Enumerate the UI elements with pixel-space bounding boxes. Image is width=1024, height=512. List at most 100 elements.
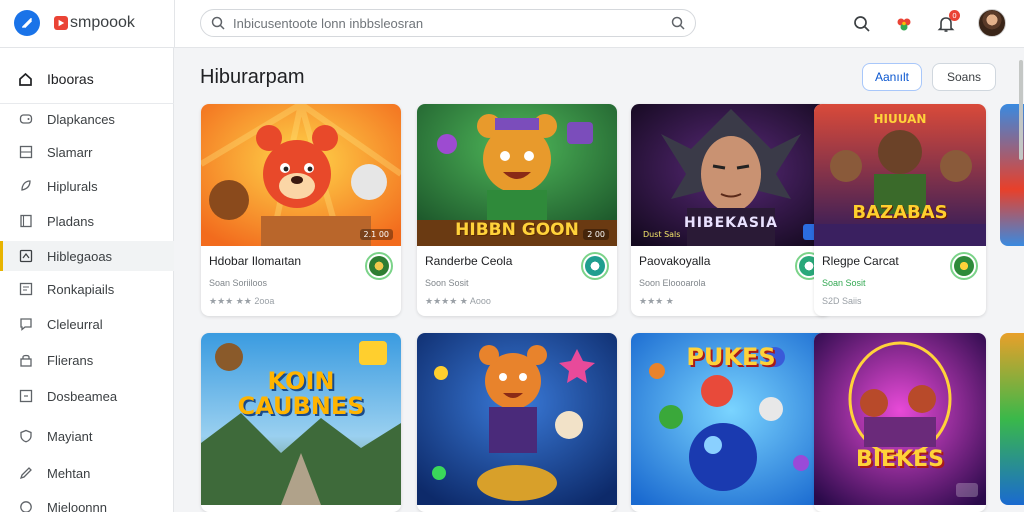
globe-icon xyxy=(18,500,33,512)
sidebar-item-label: Pladans xyxy=(47,213,94,229)
game-art: HIBBN GOON 2 00 xyxy=(417,104,617,246)
pen-icon xyxy=(18,466,33,481)
sidebar-item-1[interactable]: Dlapkances xyxy=(0,104,174,134)
sidebar-item-label: Ibooras xyxy=(47,71,94,87)
art-tag: Dust Sals xyxy=(643,230,681,239)
sidebar-item-3[interactable]: Hiplurals xyxy=(0,171,174,201)
app-logo-icon xyxy=(14,10,40,36)
game-developer: Soan Sosit xyxy=(822,278,866,288)
game-rating: ★★★★ ★ Aooo xyxy=(425,296,491,306)
search-icon xyxy=(211,16,225,30)
brand[interactable]: smpoook xyxy=(14,10,135,36)
sidebar-item-label: Flierans xyxy=(47,352,94,368)
game-rating: ★★★ ★ xyxy=(639,296,674,306)
sidebar-item-12[interactable]: Mieloonnn xyxy=(0,492,174,512)
game-badge-icon xyxy=(365,252,393,280)
sidebar-item-8[interactable]: Flierans xyxy=(0,345,174,375)
sidebar-item-label: Cleleurral xyxy=(47,316,103,332)
art-subtitle: HIUUAN xyxy=(873,112,927,126)
sidebar-item-7[interactable]: Cleleurral xyxy=(0,309,174,339)
shield-icon xyxy=(18,429,33,444)
gift-icon-button[interactable] xyxy=(892,12,916,36)
secondary-action-button[interactable]: Soans xyxy=(932,63,996,91)
game-art: BIEKES xyxy=(814,333,986,505)
sidebar-item-5[interactable]: Hiblegaoas xyxy=(0,241,174,271)
sidebar-item-label: Dosbeamea xyxy=(47,388,118,404)
card-info: Rlegpe Carcat Soan Sosit S2D Saiis xyxy=(814,246,986,316)
game-art: KOIN CAUBNES xyxy=(201,333,401,505)
grid-icon xyxy=(18,145,33,160)
home-icon xyxy=(18,72,33,87)
book-icon xyxy=(18,214,33,229)
sidebar-item-6[interactable]: Ronkapiails xyxy=(0,274,174,304)
sidebar-item-11[interactable]: Mehtan xyxy=(0,458,174,488)
sidebar-item-label: Ronkapiails xyxy=(47,281,115,297)
trophy-icon xyxy=(18,282,33,297)
game-art: HIUUAN BAZABAS xyxy=(814,104,986,246)
art-corner-badge xyxy=(956,483,978,497)
search-bar[interactable] xyxy=(200,9,696,37)
game-card[interactable]: HIBBN GOON 2 00 Randerbe Ceola Soon Sosi… xyxy=(417,104,617,316)
card-info: Paovakoyalla Soon Eloooarola ★★★ ★ xyxy=(631,246,831,316)
gift-icon xyxy=(897,18,911,31)
primary-action-button[interactable]: Aanıılt xyxy=(862,63,922,91)
sidebar-item-4[interactable]: Pladans xyxy=(0,206,174,236)
game-developer: Soan Soriiloos xyxy=(209,278,268,288)
search-icon-button[interactable] xyxy=(850,12,874,36)
partial-game-card[interactable] xyxy=(1000,333,1024,505)
search-input[interactable] xyxy=(233,15,671,31)
box-icon xyxy=(18,389,33,404)
gamepad-icon xyxy=(18,112,33,127)
top-app-bar: smpoook 0 xyxy=(0,0,1024,48)
game-badge-icon xyxy=(581,252,609,280)
lock-icon xyxy=(18,353,33,368)
art-title: KOIN CAUBNES xyxy=(237,367,365,421)
game-card[interactable]: HIBEKASIA Dust Sals Paovakoyalla Soon El… xyxy=(631,104,831,316)
sidebar-item-10[interactable]: Mayiant xyxy=(0,421,174,451)
sidebar: Ibooras Dlapkances Slamarr Hiplurals Pla… xyxy=(0,48,174,512)
scrollbar[interactable] xyxy=(1019,60,1023,160)
game-card[interactable] xyxy=(417,333,617,512)
notification-badge: 0 xyxy=(949,10,960,21)
game-card[interactable]: PUKES xyxy=(631,333,831,512)
game-art: 2.1 00 xyxy=(201,104,401,246)
search-submit-icon[interactable] xyxy=(671,16,685,30)
game-art: HIBEKASIA Dust Sals xyxy=(631,104,831,246)
game-art xyxy=(417,333,617,505)
sidebar-item-label: Dlapkances xyxy=(47,111,115,127)
art-title: BIEKES xyxy=(856,447,944,472)
sidebar-item-label: Mehtan xyxy=(47,465,91,481)
sidebar-item-2[interactable]: Slamarr xyxy=(0,137,174,167)
play-logo-icon xyxy=(54,16,68,30)
sidebar-item-9[interactable]: Dosbeamea xyxy=(0,381,174,411)
puzzle-icon xyxy=(18,249,33,264)
card-info: Randerbe Ceola Soon Sosit ★★★★ ★ Aooo xyxy=(417,246,617,316)
game-card[interactable]: BIEKES xyxy=(814,333,986,512)
page-title: Hiburarpam xyxy=(200,66,305,88)
notifications-button[interactable]: 0 xyxy=(934,10,960,36)
game-badge-icon xyxy=(950,252,978,280)
sidebar-item-label: Mieloonnn xyxy=(47,499,107,512)
game-rating: S2D Saiis xyxy=(822,296,862,306)
search-icon xyxy=(854,16,870,32)
game-card[interactable]: HIUUAN BAZABAS Rlegpe Carcat Soan Sosit … xyxy=(814,104,986,316)
brand-name: smpoook xyxy=(70,14,135,31)
game-card[interactable]: 2.1 00 Hdobar Ilomaıtan Soan Soriiloos ★… xyxy=(201,104,401,316)
game-developer: Soon Sosit xyxy=(425,278,469,288)
topbar-divider xyxy=(174,0,175,48)
sidebar-item-label: Hiplurals xyxy=(47,178,98,194)
sidebar-item-label: Slamarr xyxy=(47,144,93,160)
rocket-icon xyxy=(18,179,33,194)
sidebar-item-home[interactable]: Ibooras xyxy=(0,64,174,94)
art-tag: 2.1 00 xyxy=(359,229,393,240)
sidebar-item-label: Mayiant xyxy=(47,428,93,444)
sidebar-item-label: Hiblegaoas xyxy=(47,248,113,264)
avatar[interactable] xyxy=(978,9,1006,37)
game-card[interactable]: KOIN CAUBNES xyxy=(201,333,401,512)
game-rating: ★★★ ★★ 2ooa xyxy=(209,296,275,306)
art-tag: 2 00 xyxy=(583,229,609,240)
art-title: PUKES xyxy=(686,343,776,371)
game-art: PUKES xyxy=(631,333,831,505)
game-developer: Soon Eloooarola xyxy=(639,278,706,288)
art-title: BAZABAS xyxy=(852,202,948,223)
